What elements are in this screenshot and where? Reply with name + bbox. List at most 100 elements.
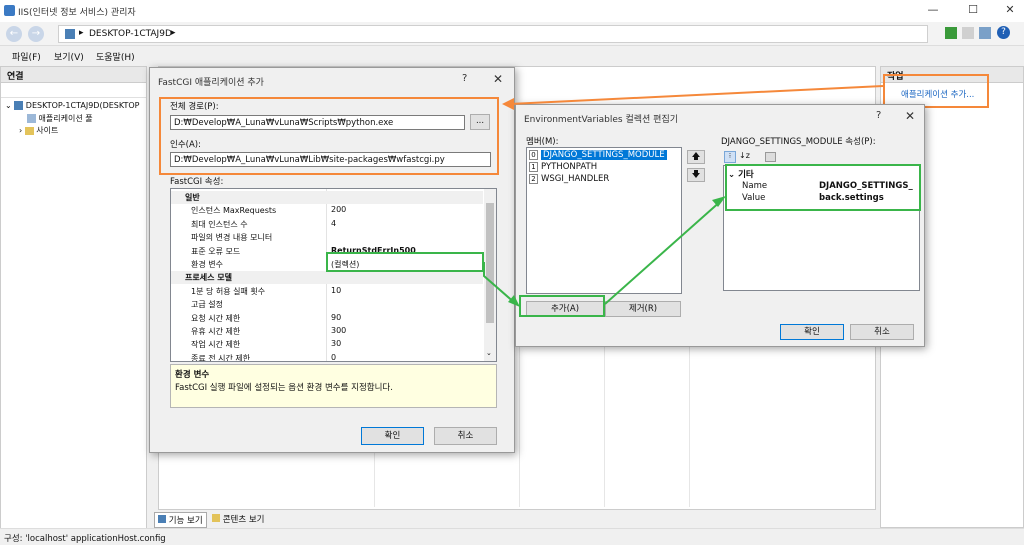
server-icon	[65, 29, 75, 39]
maximize-button[interactable]: ☐	[965, 3, 981, 19]
property-key: 일반	[185, 193, 200, 202]
iis-app-icon	[4, 5, 15, 16]
address-field[interactable]: ▸ DESKTOP-1CTAJ9D ▸	[58, 25, 928, 43]
tree-app-pools[interactable]: 애플리케이션 풀	[27, 113, 93, 124]
status-bar: 구성: 'localhost' applicationHost.config	[0, 528, 1024, 545]
property-value[interactable]: 4	[331, 219, 336, 228]
property-key: 고급 설정	[191, 300, 223, 310]
property-key: 표준 오류 모드	[191, 246, 241, 256]
scroll-down-icon[interactable]: ⌄	[486, 349, 492, 357]
address-bar: ← → ▸ DESKTOP-1CTAJ9D ▸ ?	[0, 22, 1024, 46]
member-item[interactable]: 2 WSGI_HANDLER	[529, 174, 609, 184]
highlight-env-vars	[326, 252, 484, 272]
fastcgi-cancel-button[interactable]: 취소	[434, 427, 497, 445]
fastcgi-ok-button[interactable]: 확인	[361, 427, 424, 445]
property-key: 작업 시간 제한	[191, 340, 241, 350]
property-toolbar: ⁝ ↓z	[722, 150, 782, 164]
property-row[interactable]: 종료 전 시간 제한 0	[171, 352, 483, 362]
expand-icon[interactable]: ›	[19, 126, 22, 135]
move-down-button[interactable]: 🡇	[687, 168, 705, 182]
property-row[interactable]: 고급 설정	[171, 298, 483, 311]
toolbar-home-icon[interactable]	[979, 27, 991, 39]
view-tabs: 기능 보기 콘텐츠 보기	[150, 511, 880, 528]
highlight-path-args	[159, 97, 499, 175]
connections-pane: 연결 ⌄ DESKTOP-1CTAJ9D(DESKTOP 애플리케이션 풀 › …	[0, 66, 147, 532]
property-value[interactable]: 0	[331, 353, 336, 361]
close-button[interactable]: ✕	[1002, 3, 1018, 19]
property-value[interactable]: 90	[331, 313, 341, 322]
property-row[interactable]: 작업 시간 제한 30	[171, 338, 483, 351]
dialog-help-button[interactable]: ?	[462, 73, 467, 84]
property-key: 프로세스 모델	[185, 273, 232, 283]
property-pages-icon[interactable]	[765, 152, 776, 162]
help-icon[interactable]: ?	[997, 26, 1010, 39]
property-key: 1분 당 허용 실패 횟수	[191, 286, 266, 296]
env-ok-button[interactable]: 확인	[780, 324, 844, 340]
tab-content-view[interactable]: 콘텐츠 보기	[212, 513, 265, 525]
grid-scrollbar[interactable]: ⌄	[484, 189, 496, 361]
member-item[interactable]: 0 DJANGO_SETTINGS_MODULE	[529, 150, 667, 160]
tab-features-view[interactable]: 기능 보기	[154, 512, 207, 528]
grid-scroll-thumb[interactable]	[486, 203, 494, 323]
column-divider	[689, 347, 690, 507]
features-icon	[158, 515, 166, 523]
highlight-add-button	[519, 295, 605, 317]
breadcrumb-server[interactable]: DESKTOP-1CTAJ9D	[89, 29, 172, 39]
arrow-down-icon: 🡇	[691, 170, 701, 180]
property-row[interactable]: 요청 시간 제한 90	[171, 312, 483, 325]
property-value[interactable]: 10	[331, 286, 341, 295]
property-key: 요청 시간 제한	[191, 313, 241, 323]
env-cancel-button[interactable]: 취소	[850, 324, 914, 340]
property-row[interactable]: 유휴 시간 제한 300	[171, 325, 483, 338]
toolbar-stop-icon[interactable]	[962, 27, 974, 39]
members-list[interactable]: 0 DJANGO_SETTINGS_MODULE 1 PYTHONPATH 2 WSG…	[526, 147, 682, 294]
property-key: 인스턴스 MaxRequests	[191, 206, 277, 216]
menu-bar: 파일(F) 보기(V) 도움말(H)	[0, 47, 1024, 64]
env-dialog-close-button[interactable]: ✕	[905, 109, 915, 123]
property-value[interactable]: 200	[331, 205, 346, 214]
minimize-button[interactable]: —	[925, 3, 941, 19]
member-properties-label: DJANGO_SETTINGS_MODULE 속성(P):	[721, 137, 876, 147]
property-row[interactable]: 1분 당 허용 실패 횟수 10	[171, 285, 483, 298]
forward-arrow-icon[interactable]: →	[28, 26, 44, 42]
property-category-row[interactable]: 프로세스 모델	[171, 271, 483, 285]
property-value[interactable]: 300	[331, 326, 346, 335]
tree-sites[interactable]: › 사이트	[19, 125, 58, 136]
breadcrumb-arrow-icon: ▸	[79, 28, 84, 38]
window-titlebar: IIS(인터넷 정보 서비스) 관리자 — ☐ ✕	[0, 0, 1024, 22]
property-key: 종료 전 시간 제한	[191, 353, 251, 362]
remove-member-button[interactable]: 제거(R)	[605, 301, 681, 317]
description-title: 환경 변수	[175, 370, 210, 380]
fastcgi-properties-label: FastCGI 속성:	[170, 177, 224, 187]
categorized-icon[interactable]: ⁝	[724, 151, 736, 163]
property-row[interactable]: 인스턴스 MaxRequests 200	[171, 204, 483, 217]
window-title: IIS(인터넷 정보 서비스) 관리자	[18, 8, 136, 18]
property-category-row[interactable]: 일반	[171, 191, 483, 204]
move-up-button[interactable]: 🡅	[687, 150, 705, 164]
property-key: 최대 인스턴스 수	[191, 219, 248, 229]
toolbar-go-icon[interactable]	[945, 27, 957, 39]
folder-icon	[24, 126, 34, 135]
description-text: FastCGI 실행 파일에 설정되는 옵션 환경 변수를 지정합니다.	[175, 383, 393, 393]
property-key: 유휴 시간 제한	[191, 327, 241, 336]
collapse-icon[interactable]: ⌄	[5, 101, 12, 110]
highlight-add-application	[883, 74, 989, 108]
back-arrow-icon[interactable]: ←	[6, 26, 22, 42]
server-icon	[14, 101, 24, 110]
column-divider	[604, 347, 605, 507]
dialog-close-button[interactable]: ✕	[493, 72, 503, 86]
alphabetical-icon[interactable]: ↓z	[739, 151, 750, 160]
property-key: 파일의 변경 내용 모니터	[191, 233, 273, 243]
fastcgi-dialog-title: FastCGI 애플리케이션 추가	[158, 78, 264, 88]
menu-view[interactable]: 보기(V)	[54, 50, 84, 63]
menu-file[interactable]: 파일(F)	[12, 50, 41, 63]
highlight-member-props	[725, 164, 921, 211]
member-item[interactable]: 1 PYTHONPATH	[529, 162, 597, 172]
property-row[interactable]: 최대 인스턴스 수 4	[171, 218, 483, 231]
menu-help[interactable]: 도움말(H)	[96, 50, 135, 63]
env-dialog-help-button[interactable]: ?	[876, 110, 881, 121]
property-row[interactable]: 파일의 변경 내용 모니터	[171, 231, 483, 244]
fastcgi-property-grid[interactable]: ⌄ 일반인스턴스 MaxRequests 200 최대 인스턴스 수 4 파일의 변경 …	[170, 188, 497, 362]
property-value[interactable]: 30	[331, 339, 341, 348]
tree-server-node[interactable]: ⌄ DESKTOP-1CTAJ9D(DESKTOP	[5, 101, 140, 110]
